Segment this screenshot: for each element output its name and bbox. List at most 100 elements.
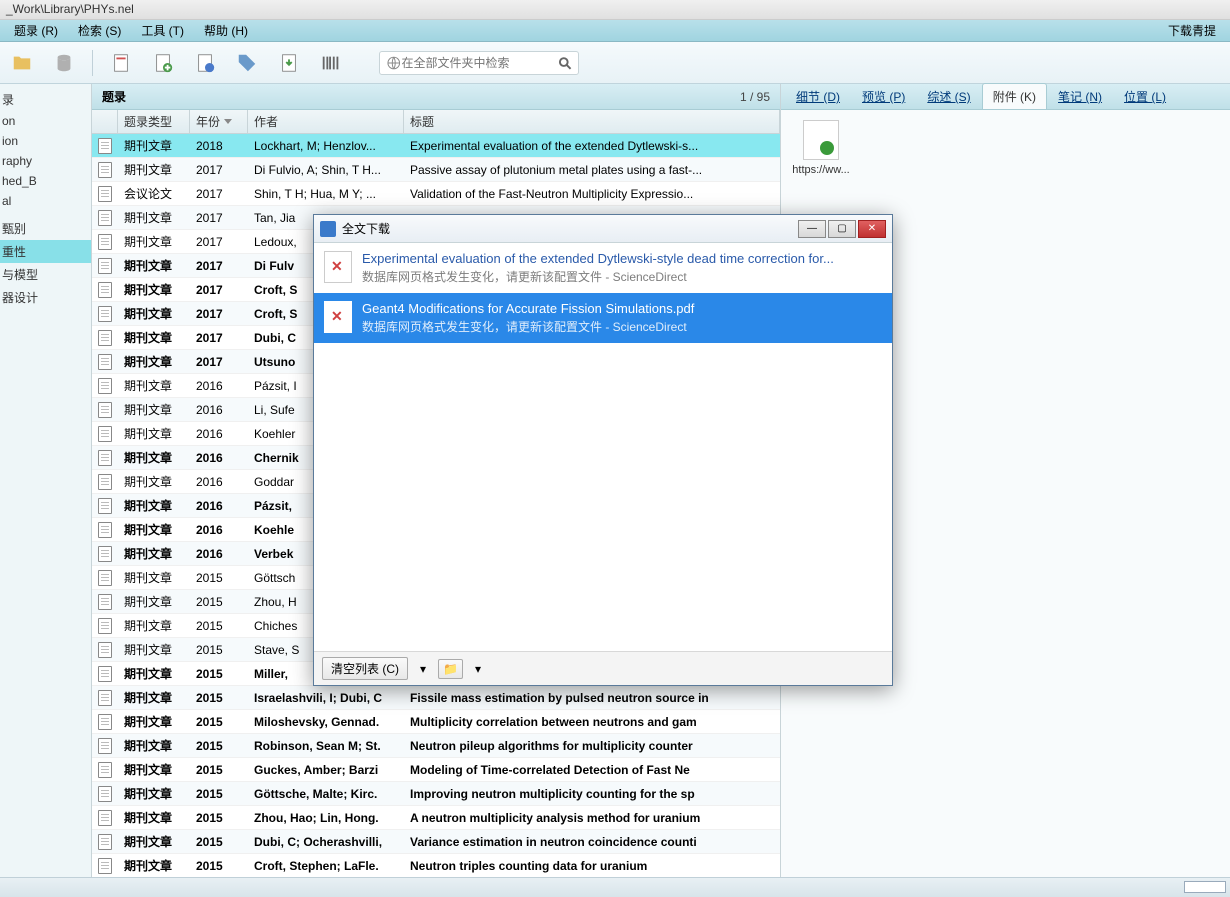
cell-year: 2017 (190, 331, 248, 345)
document-icon (98, 378, 112, 394)
document-icon (98, 162, 112, 178)
detail-tab[interactable]: 位置 (L) (1113, 83, 1177, 109)
maximize-button[interactable]: ▢ (828, 220, 856, 238)
cell-author: Miloshevsky, Gennad. (248, 715, 404, 729)
tool-db-icon[interactable] (50, 49, 78, 77)
close-button[interactable]: ✕ (858, 220, 886, 238)
cell-type: 期刊文章 (118, 449, 190, 466)
cell-year: 2017 (190, 235, 248, 249)
cell-year: 2017 (190, 163, 248, 177)
col-type[interactable]: 题录类型 (118, 110, 190, 133)
document-icon (98, 234, 112, 250)
sidebar-item[interactable]: 录 (0, 88, 91, 111)
cell-type: 期刊文章 (118, 857, 190, 874)
web-file-icon (803, 120, 839, 160)
download-title: Experimental evaluation of the extended … (362, 251, 882, 266)
sidebar-item[interactable]: 与模型 (0, 263, 91, 286)
sidebar-item[interactable]: al (0, 191, 91, 211)
cell-type: 期刊文章 (118, 257, 190, 274)
col-year[interactable]: 年份 (190, 110, 248, 133)
cell-type: 期刊文章 (118, 785, 190, 802)
sidebar-item[interactable]: hed_B (0, 171, 91, 191)
sidebar-item[interactable]: 重性 (0, 240, 91, 263)
table-row[interactable]: 期刊文章2015Israelashvili, I; Dubi, CFissile… (92, 686, 780, 710)
cell-type: 期刊文章 (118, 569, 190, 586)
cell-type: 期刊文章 (118, 353, 190, 370)
table-row[interactable]: 会议论文2017Shin, T H; Hua, M Y; ...Validati… (92, 182, 780, 206)
sidebar-item[interactable]: 甄别 (0, 217, 91, 240)
tool-doc-add-icon[interactable] (149, 49, 177, 77)
search-input[interactable] (402, 56, 557, 70)
detail-tab[interactable]: 综述 (S) (916, 83, 981, 109)
detail-tab[interactable]: 附件 (K) (982, 83, 1047, 109)
table-row[interactable]: 期刊文章2015Croft, Stephen; LaFle.Neutron tr… (92, 854, 780, 877)
cell-type: 期刊文章 (118, 377, 190, 394)
table-row[interactable]: 期刊文章2015Miloshevsky, Gennad.Multiplicity… (92, 710, 780, 734)
table-row[interactable]: 期刊文章2015Robinson, Sean M; St.Neutron pil… (92, 734, 780, 758)
menu-help[interactable]: 帮助 (H) (194, 20, 258, 41)
menu-search[interactable]: 检索 (S) (68, 20, 131, 41)
record-count: 1 / 95 (740, 90, 770, 104)
detail-tab[interactable]: 预览 (P) (851, 83, 916, 109)
cell-year: 2017 (190, 307, 248, 321)
dropdown-icon-2[interactable]: ▾ (475, 662, 481, 676)
cell-title: Multiplicity correlation between neutron… (404, 715, 780, 729)
sidebar-item[interactable]: on (0, 111, 91, 131)
dialog-body: Experimental evaluation of the extended … (314, 243, 892, 651)
tool-tag-icon[interactable] (233, 49, 261, 77)
table-row[interactable]: 期刊文章2015Göttsche, Malte; Kirc.Improving … (92, 782, 780, 806)
document-icon (98, 330, 112, 346)
attachment-item[interactable]: https://ww... (791, 120, 851, 176)
dialog-title: 全文下载 (342, 220, 798, 237)
table-row[interactable]: 期刊文章2017Di Fulvio, A; Shin, T H...Passiv… (92, 158, 780, 182)
dialog-footer: 清空列表 (C) ▾ 📁 ▾ (314, 651, 892, 685)
tool-doc-link-icon[interactable] (191, 49, 219, 77)
col-icon[interactable] (92, 110, 118, 133)
detail-tab[interactable]: 细节 (D) (785, 83, 851, 109)
document-icon (98, 738, 112, 754)
cell-year: 2015 (190, 859, 248, 873)
table-row[interactable]: 期刊文章2015Dubi, C; Ocherashvilli,Variance … (92, 830, 780, 854)
document-icon (98, 546, 112, 562)
cell-author: Zhou, Hao; Lin, Hong. (248, 811, 404, 825)
menu-tools[interactable]: 工具 (T) (131, 20, 194, 41)
cell-title: A neutron multiplicity analysis method f… (404, 811, 780, 825)
document-icon (98, 834, 112, 850)
dropdown-icon[interactable]: ▾ (420, 662, 426, 676)
minimize-button[interactable]: — (798, 220, 826, 238)
cell-type: 期刊文章 (118, 545, 190, 562)
tool-folder-icon[interactable] (8, 49, 36, 77)
download-item[interactable]: Geant4 Modifications for Accurate Fissio… (314, 293, 892, 343)
cell-type: 期刊文章 (118, 137, 190, 154)
cell-author: Guckes, Amber; Barzi (248, 763, 404, 777)
sidebar-item[interactable]: raphy (0, 151, 91, 171)
tool-doc-red-icon[interactable] (107, 49, 135, 77)
pane-title: 题录 (102, 88, 740, 105)
cell-year: 2015 (190, 787, 248, 801)
cell-type: 期刊文章 (118, 329, 190, 346)
table-row[interactable]: 期刊文章2018Lockhart, M; Henzlov...Experimen… (92, 134, 780, 158)
tool-barcode-icon[interactable] (317, 49, 345, 77)
cell-title: Experimental evaluation of the extended … (404, 139, 780, 153)
menu-records[interactable]: 题录 (R) (4, 20, 68, 41)
dialog-titlebar[interactable]: 全文下载 — ▢ ✕ (314, 215, 892, 243)
folder-button[interactable]: 📁 (438, 659, 463, 679)
sidebar-item[interactable]: ion (0, 131, 91, 151)
search-box[interactable] (379, 51, 579, 75)
cell-type: 期刊文章 (118, 665, 190, 682)
sidebar: 录onionraphyhed_Bal 甄别重性与模型器设计 (0, 84, 92, 877)
document-icon (98, 498, 112, 514)
cell-type: 期刊文章 (118, 641, 190, 658)
search-icon[interactable] (557, 55, 573, 71)
table-row[interactable]: 期刊文章2015Zhou, Hao; Lin, Hong.A neutron m… (92, 806, 780, 830)
table-row[interactable]: 期刊文章2015Guckes, Amber; BarziModeling of … (92, 758, 780, 782)
cell-type: 期刊文章 (118, 761, 190, 778)
detail-tab[interactable]: 笔记 (N) (1047, 83, 1113, 109)
download-item[interactable]: Experimental evaluation of the extended … (314, 243, 892, 293)
col-author[interactable]: 作者 (248, 110, 404, 133)
col-title[interactable]: 标题 (404, 110, 780, 133)
tool-import-icon[interactable] (275, 49, 303, 77)
sidebar-item[interactable]: 器设计 (0, 286, 91, 309)
menu-download[interactable]: 下载青提 (1158, 20, 1226, 41)
clear-list-button[interactable]: 清空列表 (C) (322, 657, 408, 680)
